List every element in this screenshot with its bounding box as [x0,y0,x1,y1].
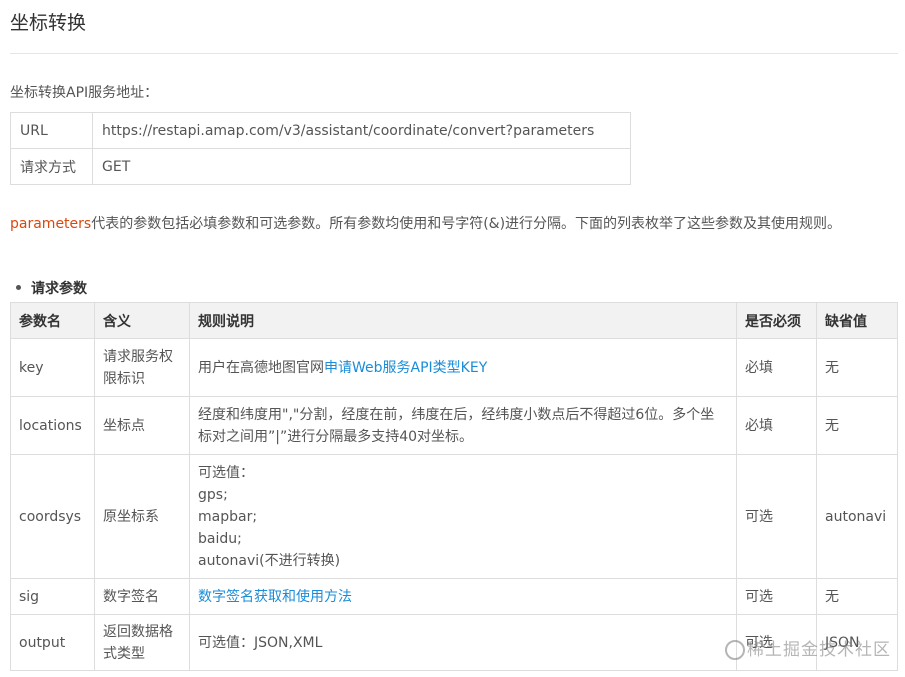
service-address-table: URL https://restapi.amap.com/v3/assistan… [10,112,631,185]
param-required: 可选 [736,454,817,579]
service-method-value: GET [92,148,631,185]
param-name: coordsys [10,454,95,579]
watermark-text: 稀土掘金技术社区 [747,640,891,660]
juejin-logo-icon [725,640,745,660]
param-name: sig [10,578,95,615]
param-rule: 经度和纬度用","分割，经度在前，纬度在后，经纬度小数点后不得超过6位。多个坐标… [189,396,737,455]
service-url-value: https://restapi.amap.com/v3/assistant/co… [92,112,631,149]
param-rule: 可选值： gps; mapbar; baidu; autonavi(不进行转换) [189,454,737,579]
param-required: 必填 [736,338,817,397]
param-default: 无 [816,338,898,397]
service-key-url: URL [10,112,93,149]
header-required: 是否必须 [736,302,817,339]
param-rule: 用户在高德地图官网申请Web服务API类型KEY [189,338,737,397]
bullet-icon [16,284,21,290]
param-name: key [10,338,95,397]
service-caption: 坐标转换API服务地址： [10,85,159,101]
title-divider [10,53,898,54]
header-meaning: 含义 [94,302,190,339]
rule-line: baidu; [198,530,242,547]
header-rule: 规则说明 [189,302,737,339]
header-default: 缺省值 [816,302,898,339]
param-name: output [10,614,95,671]
page-title: 坐标转换 [10,12,87,34]
rule-line: 可选值： [198,464,254,481]
param-required: 必填 [736,396,817,455]
params-section-label: 请求参数 [31,281,87,297]
param-meaning: 原坐标系 [94,454,190,579]
param-rule: 可选值：JSON,XML [189,614,737,671]
rule-line: autonavi(不进行转换) [198,552,341,569]
param-default: 无 [816,578,898,615]
param-meaning: 请求服务权限标识 [94,338,190,397]
params-table: 参数名 含义 规则说明 是否必须 缺省值 key 请求服务权限标识 用户在高德地… [10,302,898,671]
param-default: 无 [816,396,898,455]
intro-text: 代表的参数包括必填参数和可选参数。所有参数均使用和号字符(&)进行分隔。下面的列… [91,216,842,232]
table-row: sig 数字签名 数字签名获取和使用方法 可选 无 [10,578,898,615]
apply-key-link[interactable]: 申请Web服务API类型KEY [324,360,487,376]
rule-line: gps; [198,486,228,503]
param-meaning: 坐标点 [94,396,190,455]
param-rule-text: 用户在高德地图官网 [198,359,324,376]
table-row: 请求方式 GET [10,148,631,185]
param-default: autonavi [816,454,898,579]
service-key-method: 请求方式 [10,148,93,185]
table-row: locations 坐标点 经度和纬度用","分割，经度在前，纬度在后，经纬度小… [10,396,898,455]
param-rule: 数字签名获取和使用方法 [189,578,737,615]
rule-line: mapbar; [198,508,258,525]
param-meaning: 数字签名 [94,578,190,615]
table-row: URL https://restapi.amap.com/v3/assistan… [10,112,631,149]
params-section-title: 请求参数 [16,278,87,298]
header-name: 参数名 [10,302,95,339]
param-meaning: 返回数据格式类型 [94,614,190,671]
table-header-row: 参数名 含义 规则说明 是否必须 缺省值 [10,302,898,339]
param-name: locations [10,396,95,455]
signature-doc-link[interactable]: 数字签名获取和使用方法 [198,589,352,605]
watermark: 稀土掘金技术社区 [725,635,891,660]
intro-highlight: parameters [10,216,92,232]
table-row: coordsys 原坐标系 可选值： gps; mapbar; baidu; a… [10,454,898,579]
intro-paragraph: parameters代表的参数包括必填参数和可选参数。所有参数均使用和号字符(&… [10,210,890,239]
table-row: key 请求服务权限标识 用户在高德地图官网申请Web服务API类型KEY 必填… [10,338,898,397]
param-required: 可选 [736,578,817,615]
